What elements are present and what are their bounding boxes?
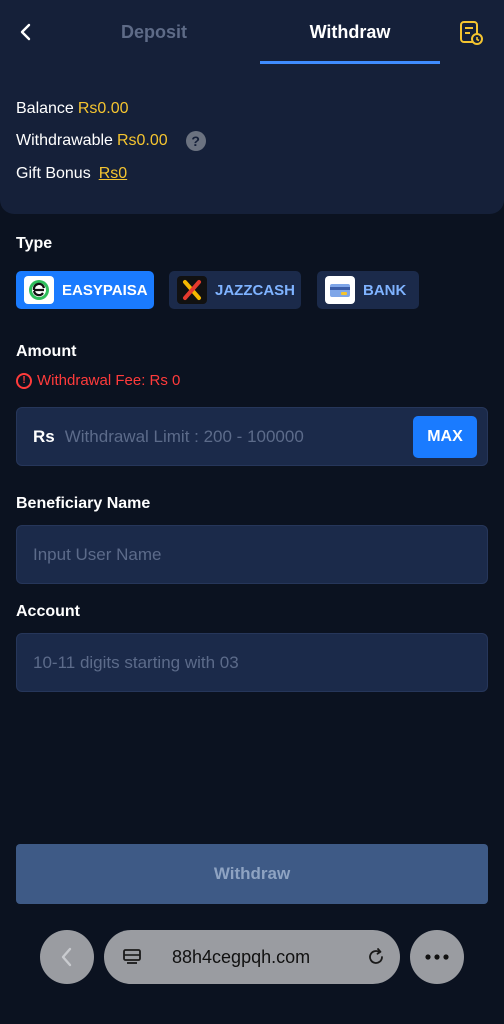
withdraw-submit-button[interactable]: Withdraw — [16, 844, 488, 904]
account-label: Account — [16, 603, 80, 620]
currency-prefix: Rs — [33, 426, 55, 446]
easypaisa-logo-icon — [24, 276, 54, 304]
browser-more-button[interactable] — [410, 930, 464, 984]
browser-back-button[interactable] — [40, 930, 94, 984]
account-field — [16, 633, 488, 692]
type-option-label: EASYPAISA — [62, 281, 148, 299]
gift-bonus-row: Gift Bonus Rs0 — [16, 165, 127, 183]
help-icon[interactable]: ? — [185, 131, 206, 151]
browser-url-bar[interactable]: 88h4cegpqh.com — [104, 930, 400, 984]
beneficiary-name-label: Beneficiary Name — [16, 495, 151, 512]
chevron-left-icon — [61, 947, 72, 967]
balance-label: Balance — [16, 100, 74, 117]
records-button[interactable] — [458, 20, 484, 46]
header: Deposit Withdraw — [0, 0, 504, 64]
withdrawable-value: Rs0.00 — [116, 132, 168, 149]
tab-withdraw[interactable]: Withdraw — [260, 0, 440, 64]
type-option-label: JAZZCASH — [215, 281, 296, 299]
type-option-easypaisa[interactable]: EASYPAISA — [16, 271, 154, 309]
records-icon — [460, 21, 483, 45]
balance-card: Balance Rs0.00 Withdrawable Rs0.00 ? Gif… — [0, 64, 504, 214]
gift-bonus-label: Gift Bonus — [16, 165, 91, 182]
reload-icon[interactable] — [366, 947, 386, 967]
beneficiary-name-field — [16, 525, 488, 584]
amount-field: Rs MAX — [16, 407, 488, 466]
gift-bonus-value[interactable]: Rs0 — [99, 165, 127, 183]
type-label: Type — [16, 235, 53, 252]
max-button[interactable]: MAX — [413, 416, 477, 458]
url-text: 88h4cegpqh.com — [172, 947, 311, 967]
tab-deposit[interactable]: Deposit — [70, 0, 238, 64]
type-option-label: BANK — [363, 281, 407, 299]
back-button[interactable] — [12, 18, 40, 46]
amount-label: Amount — [16, 343, 77, 360]
amount-input[interactable] — [54, 426, 395, 447]
alert-icon: ! — [16, 372, 32, 389]
withdrawal-fee-notice: ! Withdrawal Fee: Rs 0 — [16, 372, 180, 389]
type-option-bank[interactable]: BANK — [317, 271, 419, 309]
type-option-jazzcash[interactable]: JAZZCASH — [169, 271, 301, 309]
account-input[interactable] — [17, 652, 487, 673]
balance-value: Rs0.00 — [77, 100, 129, 117]
page-tabs-icon — [123, 949, 141, 964]
withdrawable-row: Withdrawable Rs0.00 ? — [16, 131, 206, 151]
withdrawable-label: Withdrawable — [16, 132, 113, 149]
jazzcash-logo-icon — [177, 276, 207, 304]
bank-card-icon — [325, 276, 355, 304]
more-icon — [425, 954, 449, 960]
beneficiary-name-input[interactable] — [17, 544, 487, 565]
balance-row: Balance Rs0.00 — [16, 100, 129, 118]
chevron-left-icon — [20, 23, 31, 41]
withdrawal-fee-text: Withdrawal Fee: Rs 0 — [37, 372, 181, 389]
